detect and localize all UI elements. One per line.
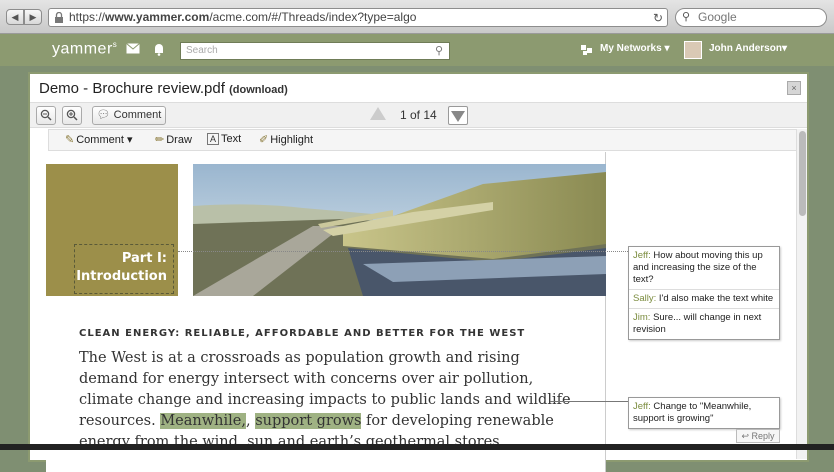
close-button[interactable]: × <box>787 81 801 95</box>
comment-entry: Jim: Sure... will change in next revisio… <box>629 309 779 339</box>
comment-author: Jeff: <box>633 401 651 412</box>
reload-icon[interactable]: ↻ <box>653 10 663 26</box>
file-name: Demo - Brochure review.pdf <box>39 80 225 97</box>
back-button[interactable]: ◀ <box>6 9 24 25</box>
annotation-toolbar: ✎ Comment ▾ ✏ Draw A Text ✐ Highlight <box>48 129 802 151</box>
zoom-in-icon <box>66 109 78 121</box>
comment-author: Sally: <box>633 293 657 304</box>
annotation-connector <box>178 251 628 252</box>
scrollbar-thumb[interactable] <box>799 131 806 216</box>
comment-icon: ✎ <box>65 134 75 146</box>
zoom-out-icon <box>40 109 52 121</box>
network-icon <box>579 41 595 55</box>
my-networks-menu[interactable]: My Networks ▾ <box>600 43 669 54</box>
reply-icon: ↩ <box>741 431 749 441</box>
comment-entry: Jeff: Change to "Meanwhile, support is g… <box>629 398 779 428</box>
yammer-logo[interactable]: yammers <box>52 40 117 58</box>
viewer-toolbar: 💬︎ Comment 1 of 14 <box>30 102 807 128</box>
text-tool-label: Text <box>221 133 242 145</box>
comment-button-label: Comment <box>113 109 162 121</box>
avatar[interactable] <box>684 41 702 59</box>
modal-title: Demo - Brochure review.pdf (download) <box>39 80 288 97</box>
lock-icon <box>55 12 63 23</box>
highlighted-text[interactable]: Meanwhile, <box>160 413 246 429</box>
comment-entry: Jeff: How about moving this up and incre… <box>629 247 779 290</box>
url-path: /acme.com/#/Threads/index?type=algo <box>209 10 417 24</box>
draw-tool-label: Draw <box>166 134 192 146</box>
highlighter-icon: ✐ <box>259 134 269 146</box>
comment-text: Change to "Meanwhile, support is growing… <box>633 401 752 424</box>
search-icon[interactable]: ⚲ <box>435 43 443 59</box>
text-tool[interactable]: A Text <box>207 133 241 145</box>
solar-mirrors-photo <box>193 164 606 296</box>
highlight-tool[interactable]: ✐ Highlight <box>259 133 313 146</box>
title-block: Part I: Introduction <box>46 164 178 296</box>
window-bottom-edge <box>0 444 834 450</box>
comment-thread[interactable]: Jeff: How about moving this up and incre… <box>628 246 780 340</box>
browser-search-input[interactable]: ⚲ Google <box>675 8 827 27</box>
chevron-down-icon <box>451 111 465 122</box>
part-title-line2: Introduction <box>76 269 167 284</box>
comment-text: Sure... will change in next revision <box>633 312 762 335</box>
document-body: The West is at a crossroads as populatio… <box>79 350 571 450</box>
document-viewer-modal: Demo - Brochure review.pdf (download) × … <box>28 72 809 472</box>
download-link[interactable]: (download) <box>229 84 288 96</box>
comment-button[interactable]: 💬︎ Comment <box>92 106 166 125</box>
user-menu[interactable]: John Anderson▾ <box>709 43 787 54</box>
scrollbar[interactable] <box>796 129 807 459</box>
highlighted-text[interactable]: support grows <box>255 413 362 429</box>
comment-text: How about moving this up and increasing … <box>633 250 763 285</box>
yammer-logo-text: yammer <box>52 40 113 58</box>
forward-button[interactable]: ▶ <box>24 9 42 25</box>
search-icon: ⚲ <box>682 11 691 23</box>
next-page-button[interactable] <box>448 106 468 125</box>
comment-tool[interactable]: ✎ Comment ▾ <box>65 133 132 146</box>
notifications-icon[interactable] <box>152 43 168 56</box>
comment-tool-label: Comment <box>76 134 124 146</box>
browser-toolbar: ◀ ▶ https://www.yammer.com/acme.com/#/Th… <box>0 0 834 34</box>
reply-button-label: Reply <box>751 431 775 441</box>
text-icon: A <box>207 133 220 145</box>
address-bar[interactable]: https://www.yammer.com/acme.com/#/Thread… <box>48 8 668 27</box>
yammer-header: yammers Search ⚲ My Networks ▾ John Ande… <box>0 34 834 66</box>
inbox-icon[interactable] <box>126 43 142 56</box>
zoom-out-button[interactable] <box>36 106 56 125</box>
pencil-icon: ✏ <box>155 134 165 146</box>
page-indicator: 1 of 14 <box>400 108 437 122</box>
document-page: Part I: Introduction CLEAN ENERGY: RELIA… <box>46 152 628 472</box>
comment-connector <box>550 401 628 402</box>
part-title-annotation[interactable]: Part I: Introduction <box>74 244 174 294</box>
comment-text: I'd also make the text white <box>658 293 774 304</box>
yammer-search-input[interactable]: Search ⚲ <box>180 42 450 60</box>
draw-tool[interactable]: ✏ Draw <box>155 133 192 146</box>
comment-author: Jeff: <box>633 250 651 261</box>
yammer-search-placeholder: Search <box>186 45 218 56</box>
part-title-line1: Part I: <box>121 251 167 266</box>
comment-entry: Sally: I'd also make the text white <box>629 290 779 309</box>
highlight-tool-label: Highlight <box>270 134 314 146</box>
url-domain: www.yammer.com <box>105 10 210 24</box>
comment-thread[interactable]: Jeff: Change to "Meanwhile, support is g… <box>628 397 780 429</box>
url-prefix: https:// <box>69 10 106 24</box>
reply-button[interactable]: ↩ Reply <box>736 429 780 443</box>
speech-bubble-icon: 💬︎ <box>96 109 111 121</box>
zoom-in-button[interactable] <box>62 106 82 125</box>
browser-search-placeholder: Google <box>698 10 737 24</box>
comment-author: Jim: <box>633 312 651 323</box>
previous-page-button[interactable] <box>370 107 386 120</box>
document-heading: CLEAN ENERGY: RELIABLE, AFFORDABLE AND B… <box>79 328 526 339</box>
